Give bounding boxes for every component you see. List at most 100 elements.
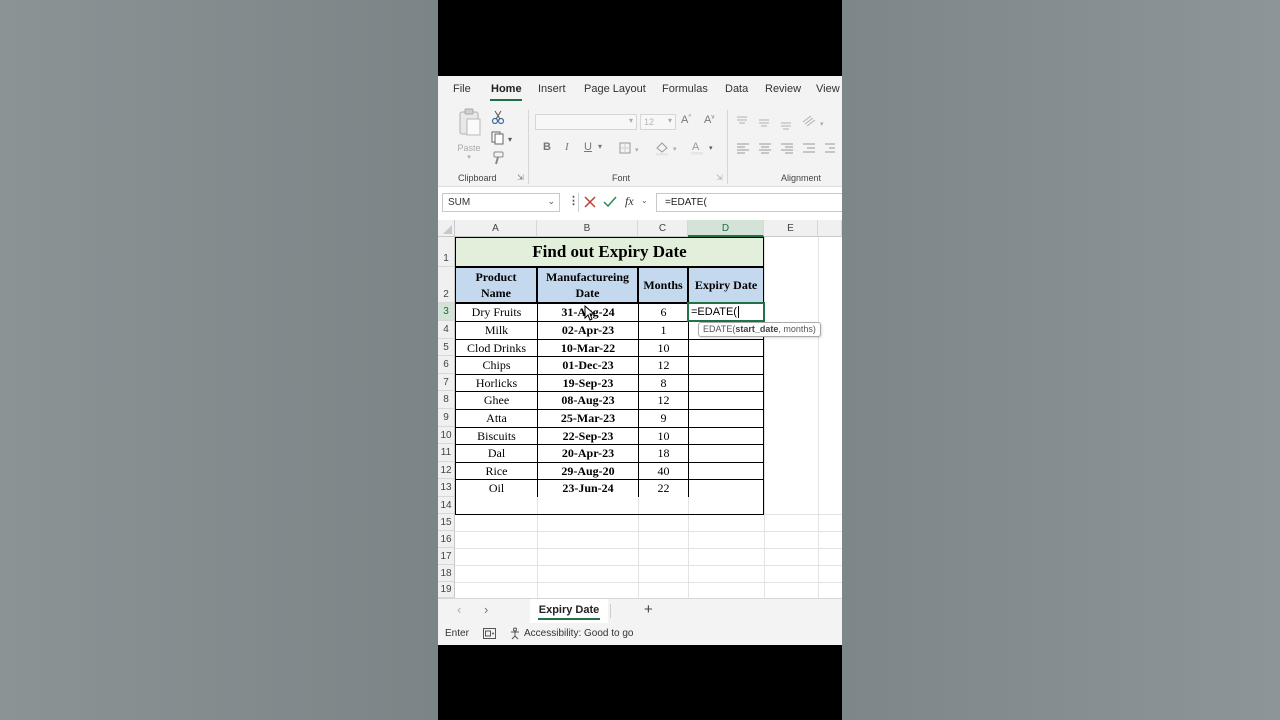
cell-manufacturing-date[interactable]: 22-Sep-23 — [537, 427, 638, 444]
font-launcher-icon[interactable]: ⇲ — [716, 173, 723, 182]
row-header-2[interactable]: 2 — [438, 267, 455, 303]
add-sheet-button[interactable]: + — [644, 601, 653, 618]
cell-product-name[interactable]: Dry Fruits — [455, 303, 537, 321]
row-header-7[interactable]: 7 — [438, 374, 455, 391]
cell-product-name[interactable]: Oil — [455, 479, 537, 497]
cell-expiry-date[interactable] — [688, 339, 764, 356]
cell-product-name[interactable]: Atta — [455, 409, 537, 427]
bold-button[interactable]: B — [543, 141, 551, 153]
cell-product-name[interactable]: Dal — [455, 444, 537, 462]
font-size-box[interactable]: 12 ▾ — [640, 114, 676, 130]
cell-months[interactable]: 40 — [638, 462, 688, 479]
header-manufacturing-date[interactable]: Manufactureing Date — [537, 267, 638, 303]
confirm-entry-icon[interactable] — [603, 196, 617, 208]
row-header-18[interactable]: 18 — [438, 565, 455, 582]
row-header-13[interactable]: 13 — [438, 479, 455, 497]
cell-expiry-date[interactable] — [688, 391, 764, 409]
sheet-tab-expiry-date[interactable]: Expiry Date — [530, 599, 608, 623]
select-all-corner[interactable] — [438, 220, 455, 237]
name-box[interactable]: SUM ⌄ — [442, 193, 560, 212]
row-header-16[interactable]: 16 — [438, 531, 455, 548]
row-header-15[interactable]: 15 — [438, 514, 455, 531]
row-header-6[interactable]: 6 — [438, 356, 455, 374]
cell-manufacturing-date[interactable]: 23-Jun-24 — [537, 479, 638, 497]
cell-manufacturing-date[interactable]: 20-Apr-23 — [537, 444, 638, 462]
cell-expiry-date[interactable] — [688, 356, 764, 374]
italic-button[interactable]: I — [565, 141, 569, 153]
cell-months[interactable]: 8 — [638, 374, 688, 391]
cell-product-name[interactable]: Horlicks — [455, 374, 537, 391]
decrease-font-size-icon[interactable]: Av — [704, 114, 714, 126]
cell-manufacturing-date[interactable]: 10-Mar-22 — [537, 339, 638, 356]
tab-page-layout[interactable]: Page Layout — [584, 83, 646, 95]
cancel-entry-icon[interactable] — [584, 196, 596, 208]
scroll-sheets-right-icon[interactable]: › — [484, 602, 488, 617]
increase-font-size-icon[interactable]: A^ — [681, 114, 691, 126]
cell-product-name[interactable]: Clod Drinks — [455, 339, 537, 356]
copy-icon[interactable]: ▾ — [491, 131, 515, 145]
format-painter-icon[interactable] — [491, 151, 505, 165]
insert-function-button[interactable]: fx — [625, 194, 634, 209]
paste-button[interactable]: Paste ▾ — [455, 108, 483, 164]
header-product-name[interactable]: Product Name — [455, 267, 537, 303]
accessibility-icon[interactable] — [510, 627, 523, 640]
underline-dropdown-icon[interactable]: ▾ — [598, 142, 602, 151]
underline-button[interactable]: U — [584, 141, 592, 153]
fill-color-icon[interactable]: ▾ — [654, 140, 682, 156]
cell-months[interactable]: 12 — [638, 391, 688, 409]
sheet-title-cell[interactable]: Find out Expiry Date — [455, 237, 764, 267]
cell-product-name[interactable]: Chips — [455, 356, 537, 374]
cell-manufacturing-date[interactable]: 01-Dec-23 — [537, 356, 638, 374]
row-header-12[interactable]: 12 — [438, 462, 455, 479]
cell-expiry-date[interactable] — [688, 427, 764, 444]
formula-input[interactable]: =EDATE( — [656, 193, 842, 212]
cell-months[interactable]: 9 — [638, 409, 688, 427]
cell-manufacturing-date[interactable]: 02-Apr-23 — [537, 321, 638, 339]
tab-data[interactable]: Data — [725, 83, 748, 95]
cell-months[interactable]: 18 — [638, 444, 688, 462]
macro-recorder-icon[interactable] — [483, 628, 496, 639]
cell-manufacturing-date[interactable]: 29-Aug-20 — [537, 462, 638, 479]
accessibility-status[interactable]: Accessibility: Good to go — [524, 628, 634, 639]
cell-manufacturing-date[interactable]: 08-Aug-23 — [537, 391, 638, 409]
cell-product-name[interactable]: Milk — [455, 321, 537, 339]
cell-expiry-date[interactable] — [688, 409, 764, 427]
tab-insert[interactable]: Insert — [538, 83, 566, 95]
row-header-19[interactable]: 19 — [438, 582, 455, 598]
cell-months[interactable]: 6 — [638, 303, 688, 321]
header-expiry-date[interactable]: Expiry Date — [688, 267, 764, 303]
row-header-11[interactable]: 11 — [438, 444, 455, 462]
tab-review[interactable]: Review — [765, 83, 801, 95]
column-header-d[interactable]: D — [688, 220, 764, 237]
cell-expiry-date[interactable] — [688, 374, 764, 391]
cell-expiry-date[interactable] — [688, 479, 764, 497]
function-dropdown-icon[interactable]: ⌄ — [641, 196, 648, 205]
cell-months[interactable]: 10 — [638, 427, 688, 444]
column-header-a[interactable]: A — [455, 220, 537, 237]
cell-product-name[interactable]: Biscuits — [455, 427, 537, 444]
row-header-10[interactable]: 10 — [438, 427, 455, 444]
header-months[interactable]: Months — [638, 267, 688, 303]
column-header-f[interactable] — [818, 220, 842, 237]
cell-expiry-date[interactable] — [688, 444, 764, 462]
function-tooltip[interactable]: EDATE(start_date, months) — [698, 322, 821, 337]
column-header-b[interactable]: B — [537, 220, 638, 237]
row-header-3[interactable]: 3 — [438, 303, 455, 321]
row-header-17[interactable]: 17 — [438, 548, 455, 565]
column-header-e[interactable]: E — [764, 220, 818, 237]
row-header-8[interactable]: 8 — [438, 391, 455, 409]
font-color-icon[interactable]: A ▾ — [690, 139, 718, 156]
cell-months[interactable]: 12 — [638, 356, 688, 374]
tab-file[interactable]: File — [453, 83, 471, 95]
row-header-4[interactable]: 4 — [438, 321, 455, 339]
clipboard-launcher-icon[interactable]: ⇲ — [517, 173, 524, 182]
worksheet-grid[interactable]: A B C D E 1 2 3 4 5 6 7 8 9 10 11 12 13 … — [438, 220, 842, 598]
cell-manufacturing-date[interactable]: 25-Mar-23 — [537, 409, 638, 427]
tab-view[interactable]: View — [816, 83, 840, 95]
cell-months[interactable]: 10 — [638, 339, 688, 356]
row-header-1[interactable]: 1 — [438, 237, 455, 267]
font-name-box[interactable]: ▾ — [535, 114, 637, 130]
borders-icon[interactable]: ▾ — [619, 142, 643, 154]
row-header-14[interactable]: 14 — [438, 497, 455, 514]
tab-formulas[interactable]: Formulas — [662, 83, 708, 95]
